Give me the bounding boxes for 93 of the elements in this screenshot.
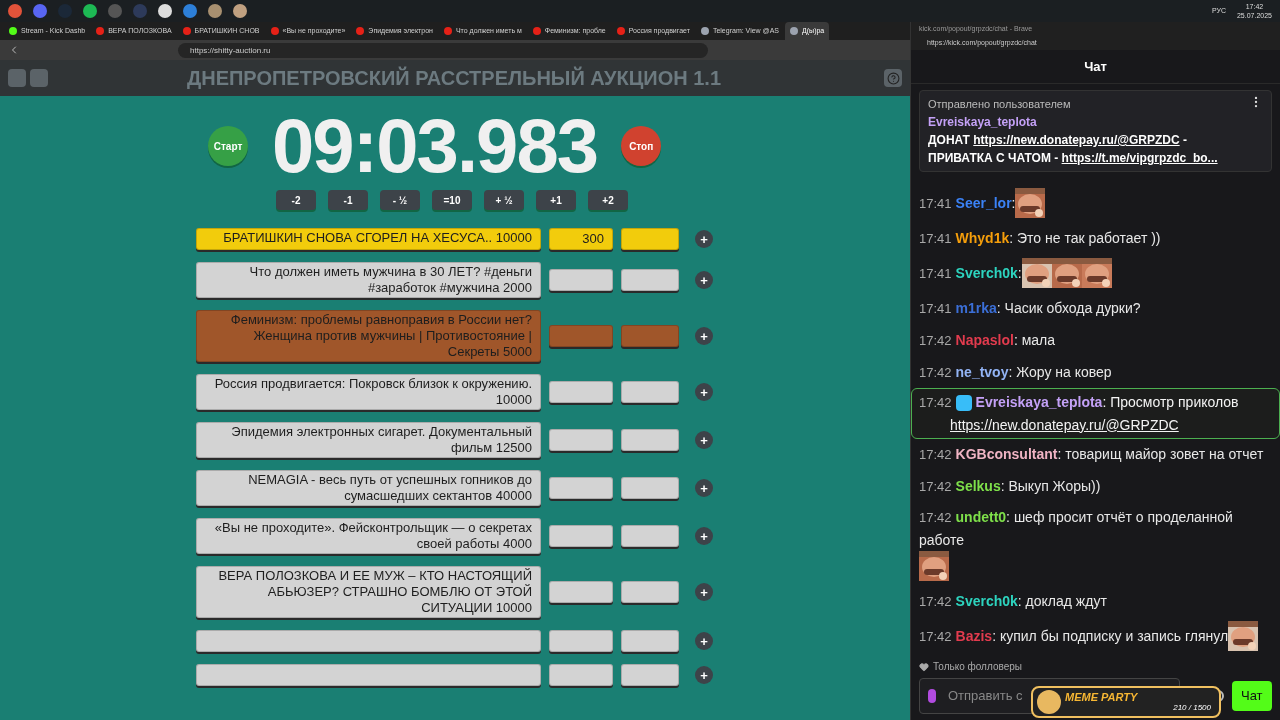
amount-field[interactable] — [549, 630, 613, 652]
percent-field[interactable] — [621, 269, 679, 291]
lot-name-field[interactable]: ВЕРА ПОЛОЗКОВА И ЕЕ МУЖ – КТО НАСТОЯЩИЙ АБЬЮЗЕР? СТРАШНО БОМБЛЮ ОТ ЭТОЙ СИТУАЦИИ 10000 — [196, 566, 541, 618]
taskbar-app-icon[interactable] — [233, 4, 247, 18]
tab-icon — [443, 27, 452, 35]
tab-icon — [616, 27, 625, 35]
pinned-user: Evreiskaya_teplota — [928, 114, 1038, 131]
username[interactable]: Sverch0k — [955, 264, 1018, 281]
username[interactable]: Seer_lor — [955, 194, 1012, 211]
amount-field[interactable]: 300 — [549, 228, 613, 250]
help-icon[interactable] — [884, 69, 902, 87]
tab-icon — [9, 27, 17, 35]
time-adjust-button[interactable]: =10 — [432, 190, 472, 210]
add-button[interactable]: + — [695, 383, 713, 401]
tab-icon — [532, 27, 541, 35]
taskbar-app-icon[interactable] — [158, 4, 172, 18]
add-button[interactable]: + — [695, 431, 713, 449]
chat-message: 17:42 KGBconsultant: товарищ майор зовет на отчет — [919, 445, 1264, 465]
chat-message: 17:42 ne_tvoy: Жору на ковер — [919, 362, 1112, 382]
lot-name-field[interactable]: Россия продвигается: Покровск близок к окружению. 10000 — [196, 374, 541, 410]
chat-message: 17:42 Evreiskaya_teplota: Просмотр приколов https://new.donatepay.ru/@GRPZDC — [919, 392, 1239, 435]
add-button[interactable]: + — [695, 230, 713, 248]
chat-message: 17:42 Napaslol: мала — [919, 330, 1056, 350]
badge-icon — [955, 394, 972, 411]
tab-icon — [356, 27, 365, 35]
chat-header: Чат — [911, 50, 1280, 84]
stop-button[interactable]: Стоп — [621, 126, 662, 166]
percent-field[interactable] — [621, 477, 679, 499]
lot-name-field[interactable]: БРАТИШКИН СНОВА СГОРЕЛ НА ХЕСУСА.. 10000 — [196, 228, 541, 250]
chat-message: 17:41 Seer_lor: — [919, 193, 1016, 213]
lot-name-field[interactable]: «Вы не проходите». Фейсконтрольщик — о секретах своей работы 4000 — [196, 518, 541, 554]
add-button[interactable]: + — [695, 632, 713, 650]
chat-message: 17:42 undett0: шеф просит отчёт о проделанной работе — [919, 508, 1234, 551]
percent-field[interactable] — [621, 664, 679, 686]
amount-field[interactable] — [549, 525, 613, 547]
meme-party-overlay: MEME PARTY 210 / 1500 — [1031, 686, 1221, 718]
amount-field[interactable] — [549, 381, 613, 403]
heart-icon — [919, 661, 929, 672]
tab-icon — [700, 27, 709, 35]
amount-field[interactable] — [549, 581, 613, 603]
percent-field[interactable] — [621, 381, 679, 403]
chat-message: 17:42 Bazis: купил бы подписку и запись глянул — [919, 626, 1229, 646]
tab-icon — [96, 27, 105, 35]
lot-name-field[interactable] — [196, 630, 541, 652]
username[interactable]: m1rka — [955, 300, 997, 316]
chat-message: 17:41 m1rka: Часик обхода дурки? — [919, 299, 1141, 318]
chat-message: 17:42 Selkus: Выкуп Жоры)) — [919, 477, 1101, 497]
add-button[interactable]: + — [695, 583, 713, 601]
send-button[interactable]: Чат — [1231, 681, 1272, 711]
time-adjust-button[interactable]: - ½ — [380, 190, 420, 210]
add-button[interactable]: + — [695, 327, 713, 345]
tab-icon — [270, 27, 279, 35]
time-adjust-button[interactable]: -2 — [276, 190, 316, 210]
followers-only-label: Только фолловеры — [933, 660, 1022, 674]
tab-icon — [182, 27, 191, 35]
percent-field[interactable] — [621, 630, 679, 652]
pinned-text: ДОНАТ https://new.donatepay.ru/@GRPZDC - ПРИВАТКА С ЧАТОМ - https://t.me/vipgrpzdc_bo... — [928, 132, 1219, 167]
message-link[interactable]: https://new.donatepay.ru/@GRPZDC — [950, 416, 1179, 433]
percent-field[interactable] — [621, 325, 679, 347]
amount-field[interactable] — [549, 477, 613, 499]
chat-message: 17:41 Sverch0k: — [919, 263, 1022, 283]
add-button[interactable]: + — [695, 527, 713, 545]
chat-message: 17:42 Sverch0k: доклад ждут — [919, 592, 1107, 611]
add-button[interactable]: + — [695, 271, 713, 289]
amount-field[interactable] — [549, 269, 613, 291]
add-button[interactable]: + — [695, 666, 713, 684]
amount-field[interactable] — [549, 325, 613, 347]
add-button[interactable]: + — [695, 479, 713, 497]
address-bar[interactable]: https://shitty-auction.ru — [178, 42, 708, 58]
percent-field[interactable] — [621, 429, 679, 451]
percent-field[interactable] — [621, 228, 679, 250]
time-adjust-button[interactable]: +2 — [588, 190, 628, 210]
username[interactable]: Sverch0k — [955, 593, 1018, 609]
taskbar-app-icon[interactable] — [83, 4, 97, 18]
timer: 09:03.983 — [272, 104, 598, 188]
lot-name-field[interactable]: NEMAGIA - весь путь от успешных гопников до сумасшедших сектантов 40000 — [196, 470, 541, 506]
time-adjust-button[interactable]: + ½ — [484, 190, 524, 210]
time-adjust-button[interactable]: -1 — [328, 190, 368, 210]
chat-message: 17:41 Whyd1k: Это не так работает )) — [919, 229, 1161, 249]
lot-name-field[interactable]: Эпидемия электронных сигарет. Документальный фильм 12500 — [196, 422, 541, 458]
lot-name-field[interactable]: Что должен иметь мужчина в 30 ЛЕТ? #деньги #заработок #мужчина 2000 — [196, 262, 541, 298]
username[interactable]: Selkus — [955, 478, 1001, 495]
percent-field[interactable] — [621, 581, 679, 603]
amount-field[interactable] — [549, 429, 613, 451]
username[interactable]: Napaslol — [955, 331, 1014, 348]
tab-icon — [790, 27, 799, 35]
time-adjust-button[interactable]: +1 — [536, 190, 576, 210]
pinned-label: Отправлено пользователем — [928, 97, 1072, 112]
percent-field[interactable] — [621, 525, 679, 547]
taskbar-app-icon[interactable] — [208, 4, 222, 18]
lot-name-field[interactable] — [196, 664, 541, 686]
amount-field[interactable] — [549, 664, 613, 686]
page-title: ДНЕПРОПЕТРОВСКИЙ РАССТРЕЛЬНЫЙ АУКЦИОН 1.1 — [185, 65, 723, 91]
